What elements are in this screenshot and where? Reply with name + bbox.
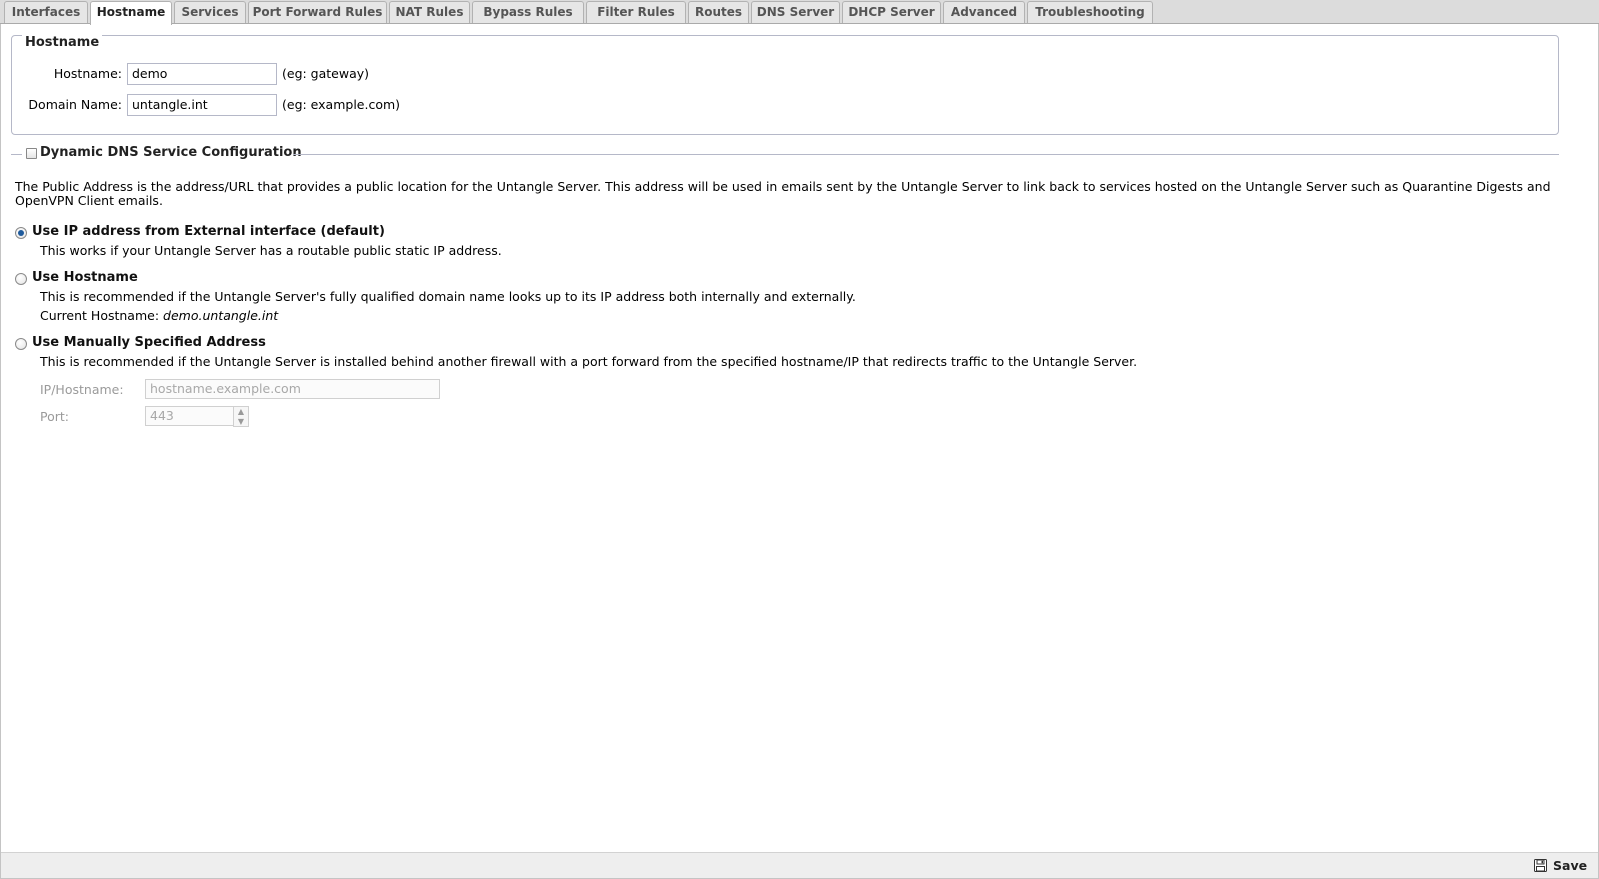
- current-hostname-label: Current Hostname:: [40, 308, 160, 323]
- save-icon: [1534, 859, 1547, 872]
- hostname-input[interactable]: demo: [127, 63, 277, 85]
- tab-services[interactable]: Services: [174, 1, 246, 23]
- save-button[interactable]: Save: [1534, 858, 1588, 874]
- tab-advanced[interactable]: Advanced: [943, 1, 1025, 23]
- tab-filter-rules[interactable]: Filter Rules: [586, 1, 686, 23]
- ddns-legend[interactable]: Dynamic DNS Service Configuration: [38, 145, 305, 160]
- tab-bypass-rules[interactable]: Bypass Rules: [472, 1, 584, 23]
- domain-name-input[interactable]: untangle.int: [127, 94, 277, 116]
- option-hostname-help: This is recommended if the Untangle Serv…: [40, 289, 856, 304]
- current-hostname-value: demo.untangle.int: [163, 308, 279, 323]
- current-hostname-row: Current Hostname: demo.untangle.int: [40, 308, 278, 323]
- tab-dhcp-server[interactable]: DHCP Server: [842, 1, 941, 23]
- hostname-legend: Hostname: [22, 35, 103, 50]
- tab-bar: Interfaces Hostname Services Port Forwar…: [0, 0, 1599, 25]
- option-external-help: This works if your Untangle Server has a…: [40, 243, 502, 258]
- hostname-label: Hostname:: [53, 66, 122, 81]
- public-address-description: The Public Address is the address/URL th…: [15, 179, 1551, 208]
- footer-toolbar: Save: [1, 852, 1598, 878]
- stepper-up-icon[interactable]: ▲: [234, 407, 248, 417]
- option-hostname-label[interactable]: Use Hostname: [32, 270, 138, 285]
- save-label: Save: [1553, 858, 1588, 873]
- radio-external-interface[interactable]: [15, 227, 27, 239]
- domain-name-label: Domain Name:: [28, 97, 122, 112]
- tab-port-forward-rules[interactable]: Port Forward Rules: [248, 1, 387, 23]
- tab-troubleshooting[interactable]: Troubleshooting: [1027, 1, 1153, 23]
- tab-dns-server[interactable]: DNS Server: [751, 1, 840, 23]
- option-manual-help: This is recommended if the Untangle Serv…: [40, 354, 1138, 369]
- radio-manual-address[interactable]: [15, 338, 27, 350]
- port-stepper[interactable]: ▲ ▼: [233, 406, 249, 427]
- hostname-hint: (eg: gateway): [282, 66, 370, 81]
- port-label: Port:: [40, 409, 69, 424]
- option-external-label[interactable]: Use IP address from External interface (…: [32, 224, 385, 239]
- hostname-fieldset: [11, 35, 1559, 135]
- stepper-down-icon[interactable]: ▼: [234, 417, 248, 427]
- radio-use-hostname[interactable]: [15, 273, 27, 285]
- port-input[interactable]: 443: [145, 406, 234, 426]
- ip-hostname-input[interactable]: hostname.example.com: [145, 379, 440, 399]
- option-manual-label[interactable]: Use Manually Specified Address: [32, 335, 266, 350]
- tab-routes[interactable]: Routes: [688, 1, 749, 23]
- ddns-divider-right: [293, 154, 1559, 155]
- ip-hostname-label: IP/Hostname:: [40, 382, 124, 397]
- ddns-divider-left: [11, 154, 22, 155]
- tab-hostname[interactable]: Hostname: [90, 1, 172, 25]
- ddns-checkbox[interactable]: [26, 148, 37, 159]
- tab-interfaces[interactable]: Interfaces: [4, 1, 88, 23]
- tab-nat-rules[interactable]: NAT Rules: [389, 1, 470, 23]
- domain-name-hint: (eg: example.com): [282, 97, 401, 112]
